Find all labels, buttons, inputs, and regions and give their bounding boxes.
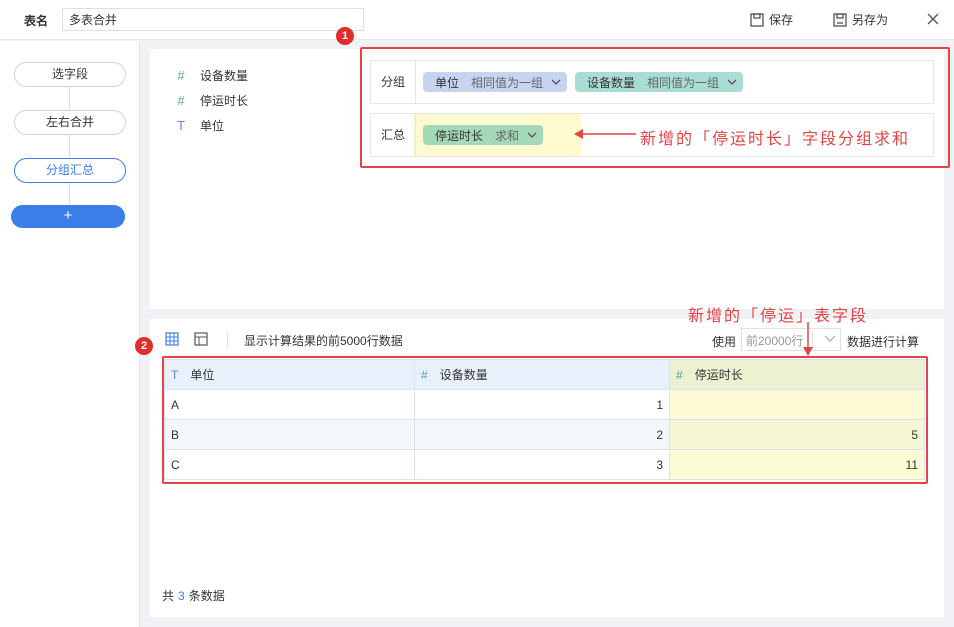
table-name-input[interactable] [62,8,364,31]
save-as-button[interactable]: 另存为 [833,11,888,28]
field-item-device-count[interactable]: # 设备数量 [174,67,248,84]
annotation-badge-1: 1 [336,27,354,45]
chip-name: 停运时长 [435,128,484,143]
config-panel: # 设备数量 # 停运时长 T 单位 分组 单位 相同值为一组 设备数量 相同值… [150,49,944,309]
table-row: A 1 [164,389,925,420]
chevron-down-icon [551,79,561,85]
layout-view-icon[interactable] [194,332,208,346]
group-chip-device-count[interactable]: 设备数量 相同值为一组 [575,72,744,92]
number-field-icon: # [177,68,185,83]
step-panel: 选字段 左右合并 分组汇总 + [0,41,140,627]
column-header-device-count[interactable]: # 设备数量 [414,359,670,390]
column-name: 停运时长 [694,368,743,382]
field-name: 设备数量 [200,69,249,83]
summary-row-label: 汇总 [371,114,416,156]
add-step-button[interactable]: + [11,205,125,228]
total-prefix: 共 [162,589,175,603]
table-cell: C [164,449,415,480]
chip-name: 单位 [435,75,460,90]
group-row-label: 分组 [371,61,416,103]
step-select-fields[interactable]: 选字段 [14,62,126,87]
column-header-unit[interactable]: T 单位 [164,359,415,390]
table-row: B 2 5 [164,419,925,450]
text-field-icon: T [177,118,185,133]
annotation-note-2: 新增的「停运」表字段 [688,308,869,325]
annotation-badge-2: 2 [135,337,153,355]
text-field-icon: T [171,368,179,382]
top-header: 表名 保存 另存为 [0,0,954,40]
table-cell: 11 [669,449,925,480]
total-count-value: 3 [178,589,185,603]
field-item-downtime[interactable]: # 停运时长 [174,92,248,109]
table-name-label: 表名 [24,14,49,28]
total-suffix: 条数据 [188,589,225,603]
annotation-note-1: 新增的「停运时长」字段分组求和 [640,131,911,148]
field-name: 单位 [200,119,225,133]
table-cell: 3 [414,449,670,480]
chevron-down-icon [727,79,737,85]
chip-mode: 求和 [495,128,520,143]
table-cell: 1 [414,389,670,420]
chevron-down-icon [824,335,836,342]
calc-label: 数据进行计算 [847,335,920,349]
step-left-right-merge[interactable]: 左右合并 [14,110,126,135]
field-name: 停运时长 [200,94,249,108]
close-icon[interactable] [927,13,939,25]
save-button[interactable]: 保存 [750,11,793,28]
table-view-icon[interactable] [165,332,179,346]
number-field-icon: # [177,93,185,108]
preview-panel: 显示计算结果的前5000行数据 使用 前20000行 数据进行计算 T 单位 # 设… [150,319,944,617]
chip-name: 设备数量 [587,75,636,90]
number-field-icon: # [421,368,428,382]
table-row: C 3 11 [164,449,925,480]
save-icon [750,12,764,27]
group-row: 分组 单位 相同值为一组 设备数量 相同值为一组 [370,60,934,104]
group-chip-unit[interactable]: 单位 相同值为一组 [423,72,568,92]
table-cell: A [164,389,415,420]
table-cell [669,389,925,420]
summary-chip-downtime[interactable]: 停运时长 求和 [423,125,544,145]
save-as-icon [833,12,847,27]
annotation-arrow-down-icon [803,322,813,356]
chip-mode: 相同值为一组 [647,75,720,90]
table-cell: B [164,419,415,450]
total-count: 共 3 条数据 [162,587,225,604]
rows-select-value: 前20000行 [746,334,804,348]
table-cell: 5 [669,419,925,450]
use-label: 使用 [712,335,737,349]
preview-table: T 单位 # 设备数量 # 停运时长 A 1 B 2 5 C 3 11 [164,359,925,480]
chip-mode: 相同值为一组 [471,75,544,90]
step-group-summary[interactable]: 分组汇总 [14,158,126,183]
column-name: 单位 [190,368,215,382]
save-as-label: 另存为 [852,13,889,27]
step-connector-line [69,86,70,206]
preview-note: 显示计算结果的前5000行数据 [244,334,403,348]
column-name: 设备数量 [439,368,488,382]
rows-select[interactable]: 前20000行 [741,328,841,351]
annotation-arrow-left-icon [574,129,636,139]
toolbar-divider [227,332,228,348]
column-header-downtime[interactable]: # 停运时长 [669,359,925,390]
number-field-icon: # [676,368,683,382]
table-header-row: T 单位 # 设备数量 # 停运时长 [164,359,925,390]
save-label: 保存 [769,13,794,27]
field-item-unit[interactable]: T 单位 [174,117,224,134]
chevron-down-icon [527,132,537,138]
table-cell: 2 [414,419,670,450]
